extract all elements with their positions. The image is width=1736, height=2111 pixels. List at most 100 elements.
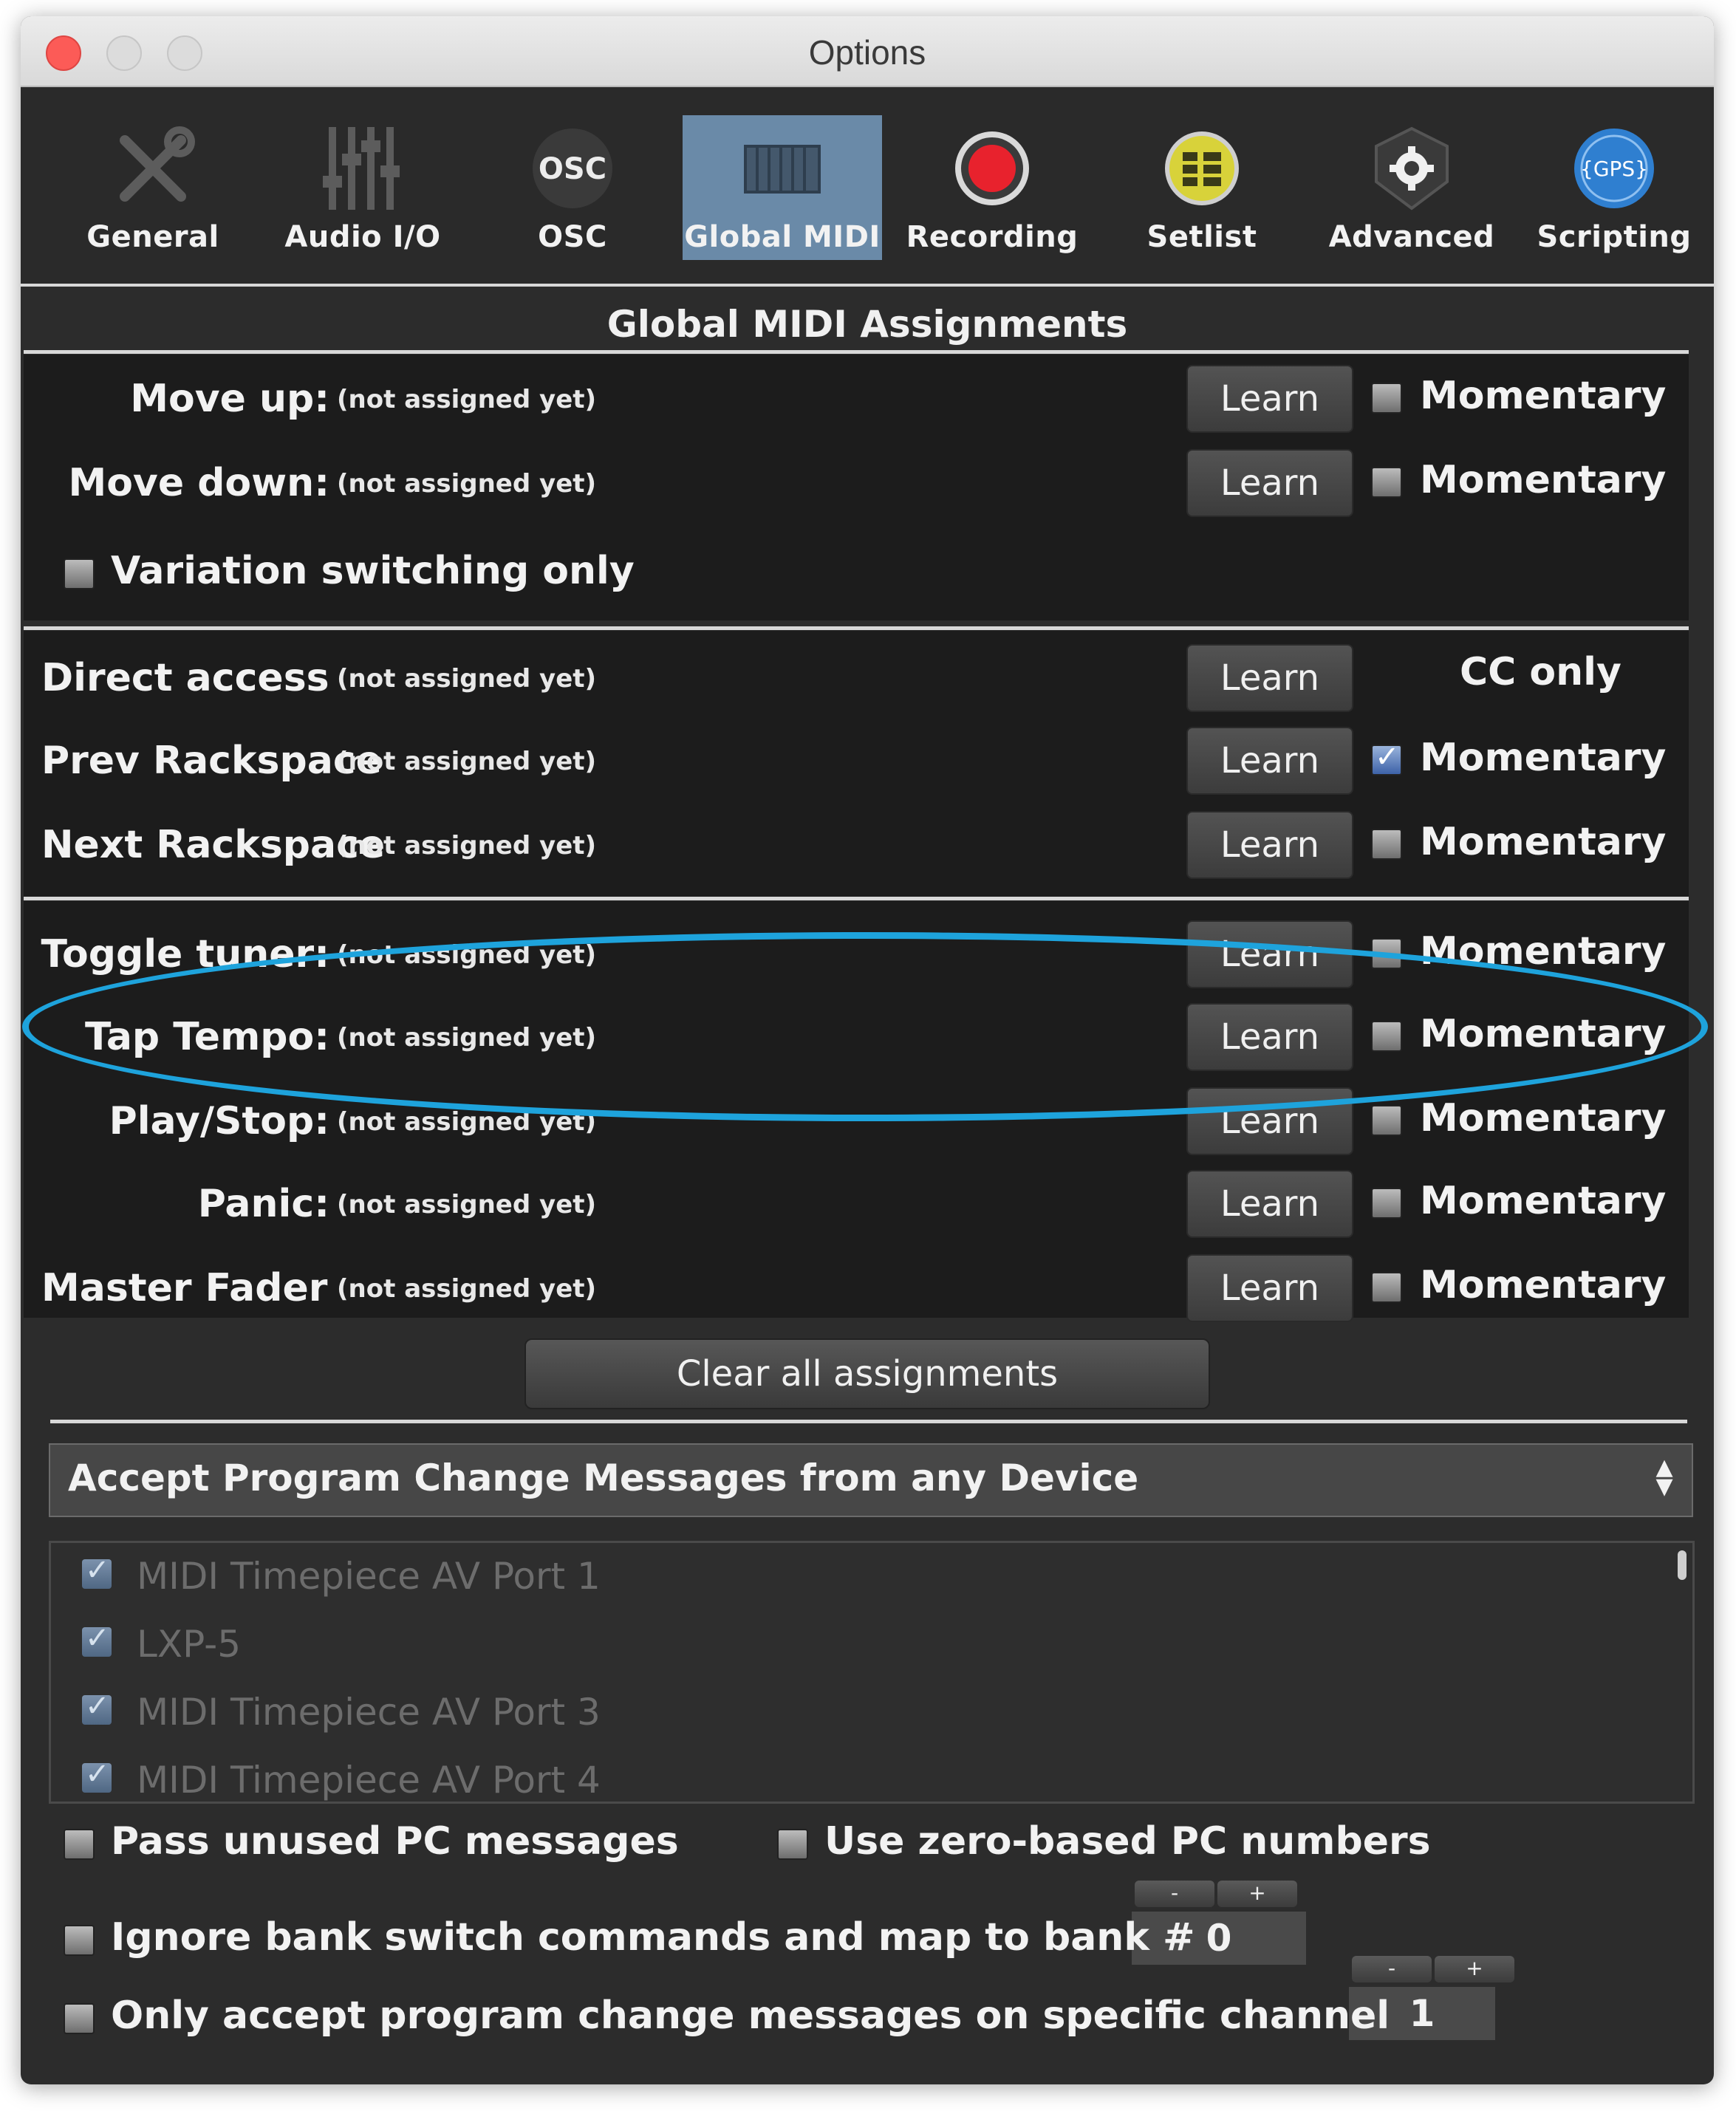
tab-global-midi[interactable]: Global MIDI (683, 115, 882, 260)
tab-general[interactable]: General (53, 115, 253, 260)
tab-setlist-label: Setlist (1146, 220, 1257, 254)
device-label: MIDI Timepiece AV Port 3 (137, 1691, 601, 1734)
channel-increment-button[interactable]: + (1435, 1956, 1514, 1982)
tap-tempo-highlight-annotation (22, 932, 1708, 1121)
momentary-label: Momentary (1420, 820, 1667, 864)
momentary-label: Momentary (1420, 458, 1667, 502)
row-label: Play/Stop: (109, 1099, 329, 1143)
gear-shield-icon (1375, 126, 1449, 211)
tab-audio-io[interactable]: Audio I/O (263, 115, 462, 260)
momentary-label: Momentary (1420, 1179, 1667, 1223)
device-label: MIDI Timepiece AV Port 4 (137, 1759, 601, 1802)
setlist-icon (1165, 131, 1239, 205)
specific-channel-label: Only accept program change messages on s… (111, 1994, 1390, 2038)
specific-channel-checkbox[interactable] (64, 2003, 95, 2034)
momentary-label: Momentary (1420, 1263, 1667, 1307)
tab-scripting-label: Scripting (1537, 220, 1692, 254)
variation-switching-label: Variation switching only (111, 549, 635, 593)
momentary-label: Momentary (1420, 1096, 1667, 1140)
assignment-status: (not assigned yet) (337, 747, 597, 776)
separator-mid-1 (24, 626, 1689, 630)
tab-osc-label: OSC (538, 220, 607, 254)
learn-button[interactable]: Learn (1186, 1254, 1353, 1322)
variation-switching-checkbox[interactable] (64, 558, 95, 589)
tab-osc[interactable]: OSC OSC (473, 115, 672, 260)
clear-all-assignments-button[interactable]: Clear all assignments (524, 1338, 1210, 1409)
assignment-row-direct-access: Direct access (not assigned yet) Learn C… (24, 641, 1689, 715)
tab-setlist[interactable]: Setlist (1102, 115, 1302, 260)
wrench-screwdriver-icon (120, 126, 195, 202)
tab-audio-io-label: Audio I/O (284, 220, 441, 254)
momentary-checkbox[interactable] (1371, 1105, 1402, 1136)
zero-based-pc-checkbox[interactable] (777, 1829, 808, 1860)
tab-recording[interactable]: Recording (892, 115, 1092, 260)
cc-only-label: CC only (1460, 650, 1621, 694)
svg-text:{GPS}: {GPS} (1580, 157, 1648, 181)
momentary-checkbox[interactable] (1371, 383, 1402, 414)
device-checkbox[interactable] (82, 1621, 112, 1657)
row-label: Panic: (197, 1182, 329, 1226)
learn-button[interactable]: Learn (1186, 1170, 1353, 1238)
tab-recording-label: Recording (906, 220, 1079, 254)
momentary-label: Momentary (1420, 736, 1667, 780)
learn-button[interactable]: Learn (1186, 365, 1353, 433)
channel-decrement-button[interactable]: - (1352, 1956, 1432, 1982)
title-bar: Options (21, 16, 1714, 87)
momentary-checkbox[interactable] (1371, 1272, 1402, 1303)
assignment-row-move-up: Move up: (not assigned yet) Learn Moment… (24, 362, 1689, 436)
bank-stepper[interactable]: - + (1135, 1881, 1297, 1907)
navigation-group: Move up: (not assigned yet) Learn Moment… (24, 355, 1689, 620)
learn-button[interactable]: Learn (1186, 449, 1353, 517)
bank-decrement-button[interactable]: - (1135, 1881, 1214, 1907)
ignore-bank-label: Ignore bank switch commands and map to b… (111, 1915, 1195, 1960)
momentary-checkbox[interactable] (1371, 467, 1402, 498)
record-icon (955, 131, 1029, 205)
pass-unused-pc-label: Pass unused PC messages (111, 1819, 679, 1864)
toolbar-divider (21, 284, 1714, 287)
tab-advanced[interactable]: Advanced (1312, 115, 1511, 260)
assignment-status: (not assigned yet) (337, 385, 597, 414)
assignment-row-panic: Panic: (not assigned yet) Learn Momentar… (24, 1167, 1689, 1241)
midi-device-list[interactable]: MIDI Timepiece AV Port 1 LXP-5 MIDI Time… (49, 1541, 1695, 1804)
tab-global-midi-label: Global MIDI (684, 220, 881, 254)
gps-icon: {GPS} (1574, 129, 1654, 208)
ignore-bank-checkbox[interactable] (64, 1925, 95, 1956)
device-checkbox[interactable] (82, 1689, 112, 1725)
assignment-status: (not assigned yet) (337, 831, 597, 861)
window-title: Options (808, 33, 926, 72)
assignment-status: (not assigned yet) (337, 1190, 597, 1219)
row-label: Prev Rackspace (41, 739, 382, 783)
device-checkbox[interactable] (82, 1553, 112, 1589)
svg-text:OSC: OSC (539, 152, 606, 186)
device-label: MIDI Timepiece AV Port 1 (137, 1555, 601, 1598)
pc-source-select[interactable]: Accept Program Change Messages from any … (49, 1443, 1693, 1517)
device-checkbox[interactable] (82, 1757, 112, 1793)
momentary-checkbox[interactable] (1371, 740, 1402, 776)
momentary-checkbox[interactable] (1371, 1188, 1402, 1219)
pass-unused-pc-checkbox[interactable] (64, 1829, 95, 1860)
bank-increment-button[interactable]: + (1217, 1881, 1297, 1907)
mixer-sliders-icon (323, 127, 400, 210)
row-label: Next Rackspace (41, 823, 386, 867)
row-label: Move down: (68, 461, 329, 505)
list-scrollbar[interactable] (1678, 1550, 1687, 1580)
rackspace-group: Direct access (not assigned yet) Learn C… (24, 631, 1689, 897)
preferences-toolbar: General Audio I/O OSC OSC Global MIDI Re… (21, 87, 1714, 284)
learn-button[interactable]: Learn (1186, 644, 1353, 712)
separator-mid-2 (24, 897, 1689, 900)
separator-bottom (50, 1420, 1687, 1423)
tab-scripting[interactable]: {GPS} Scripting (1514, 115, 1714, 260)
learn-button[interactable]: Learn (1186, 727, 1353, 795)
keyboard-icon (744, 145, 821, 194)
assignment-status: (not assigned yet) (337, 1274, 597, 1304)
momentary-checkbox[interactable] (1371, 829, 1402, 860)
channel-stepper[interactable]: - + (1352, 1956, 1514, 1982)
assignment-row-prev-rackspace: Prev Rackspace (not assigned yet) Learn … (24, 724, 1689, 798)
row-label: Master Fader (41, 1266, 328, 1310)
assignment-status: (not assigned yet) (337, 469, 597, 499)
section-title: Global MIDI Assignments (606, 303, 1128, 346)
osc-icon: OSC (533, 129, 612, 208)
learn-button[interactable]: Learn (1186, 811, 1353, 879)
tab-advanced-label: Advanced (1328, 220, 1495, 254)
assignment-status: (not assigned yet) (337, 664, 597, 694)
